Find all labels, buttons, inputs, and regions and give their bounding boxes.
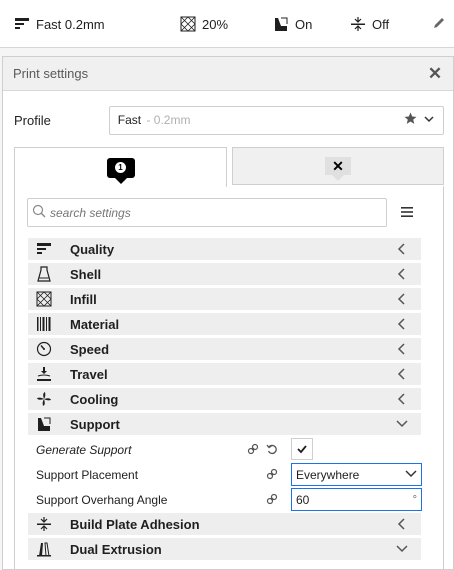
category-shell[interactable]: Shell <box>28 263 421 285</box>
adhesion-icon <box>350 16 366 32</box>
setting-support-overhang-angle: Support Overhang Angle 60 ° <box>28 487 422 512</box>
category-support[interactable]: Support <box>28 413 421 435</box>
chevron-left-icon <box>395 343 409 355</box>
cooling-icon <box>34 390 54 408</box>
speed-icon <box>34 340 54 358</box>
support-icon <box>273 16 289 32</box>
profile-name: Fast <box>117 113 142 127</box>
search-box[interactable] <box>27 198 387 227</box>
category-label: Material <box>70 316 120 332</box>
travel-icon <box>34 365 54 383</box>
panel-title: Print settings <box>13 66 89 81</box>
support-icon <box>34 415 54 433</box>
chevron-left-icon <box>395 318 409 330</box>
input-value: 60 <box>296 492 310 507</box>
search-icon <box>32 204 46 221</box>
link-icon[interactable] <box>247 443 259 455</box>
category-build-plate-adhesion[interactable]: Build Plate Adhesion <box>28 513 421 535</box>
material-icon <box>34 315 54 333</box>
profile-select[interactable]: Fast - 0.2mm <box>108 105 444 135</box>
link-icon[interactable] <box>266 493 278 505</box>
category-infill[interactable]: Infill <box>28 288 421 310</box>
adhesion-summary[interactable]: Off <box>350 14 389 34</box>
support-overhang-input[interactable]: 60 ° <box>291 488 422 511</box>
quality-icon <box>34 240 54 258</box>
shell-icon <box>34 265 54 283</box>
support-summary-label: On <box>295 16 313 32</box>
infill-icon <box>180 16 196 32</box>
category-label: Cooling <box>70 391 119 407</box>
quality-icon <box>14 16 30 32</box>
close-icon[interactable]: ✕ <box>427 65 443 82</box>
adhesion-summary-label: Off <box>372 16 390 32</box>
chevron-left-icon <box>395 368 409 380</box>
category-label: Speed <box>70 341 110 357</box>
category-dual-extrusion[interactable]: Dual Extrusion <box>28 538 421 560</box>
profile-summary-label: Fast 0.2mm <box>36 16 105 32</box>
chevron-down-icon <box>423 113 435 128</box>
category-label: Infill <box>70 291 97 307</box>
chevron-left-icon <box>395 293 409 305</box>
chevron-down-icon <box>395 544 409 554</box>
dropdown-value: Everywhere <box>296 467 360 482</box>
settings-menu-button[interactable] <box>399 204 415 220</box>
tab-badge-number: 1 <box>115 162 126 173</box>
infill-icon <box>34 290 54 308</box>
edit-settings-button[interactable] <box>432 14 448 34</box>
panel-header: Print settings ✕ <box>3 57 453 91</box>
print-settings-panel: Print settings ✕ Profile Fast - 0.2mm 1 … <box>2 56 454 570</box>
close-icon: ✕ <box>325 157 351 181</box>
infill-summary-label: 20% <box>202 16 229 32</box>
settings-content: Quality Shell Infill Material Speed Trav… <box>14 186 444 570</box>
chevron-down-icon <box>395 419 409 429</box>
category-label: Support <box>70 416 120 432</box>
profile-layer-height: - 0.2mm <box>143 113 191 127</box>
category-travel[interactable]: Travel <box>28 363 421 385</box>
checkmark-icon <box>297 445 307 454</box>
category-material[interactable]: Material <box>28 313 421 335</box>
tab-custom[interactable]: ✕ <box>232 147 444 185</box>
profile-label: Profile <box>14 112 51 128</box>
chevron-left-icon <box>395 268 409 280</box>
chevron-down-icon <box>405 468 417 482</box>
setting-generate-support: Generate Support <box>28 437 421 462</box>
print-setup-toolbar[interactable]: Fast 0.2mm 20% On Off <box>0 0 454 48</box>
profile-summary[interactable]: Fast 0.2mm <box>14 14 105 34</box>
support-placement-dropdown[interactable]: Everywhere <box>291 463 422 486</box>
category-cooling[interactable]: Cooling <box>28 388 421 410</box>
category-label: Shell <box>70 266 102 282</box>
degree-unit: ° <box>412 493 417 506</box>
support-summary[interactable]: On <box>273 14 312 34</box>
category-label: Travel <box>70 366 108 382</box>
category-label: Quality <box>70 241 115 257</box>
category-speed[interactable]: Speed <box>28 338 421 360</box>
tab-badge: 1 <box>106 157 135 184</box>
chevron-left-icon <box>395 243 409 255</box>
setting-support-placement: Support Placement Everywhere <box>28 462 422 487</box>
setting-label: Support Overhang Angle <box>36 492 168 507</box>
profile-row: Profile Fast - 0.2mm <box>14 105 444 135</box>
chevron-left-icon <box>395 393 409 405</box>
star-icon[interactable] <box>404 112 417 128</box>
pencil-icon <box>432 16 448 32</box>
category-label: Dual Extrusion <box>70 541 162 557</box>
dual-extrusion-icon <box>34 540 54 558</box>
category-label: Build Plate Adhesion <box>70 516 200 532</box>
chevron-left-icon <box>395 518 409 530</box>
infill-summary[interactable]: 20% <box>180 14 228 34</box>
search-input[interactable] <box>50 205 370 220</box>
setting-label: Generate Support <box>36 442 132 457</box>
setting-label: Support Placement <box>36 467 139 482</box>
hamburger-icon <box>401 207 413 217</box>
link-icon[interactable] <box>266 468 278 480</box>
reset-icon[interactable] <box>266 443 278 455</box>
generate-support-checkbox[interactable] <box>291 438 313 460</box>
adhesion-icon <box>34 515 54 533</box>
category-quality[interactable]: Quality <box>28 238 421 260</box>
tab-recommended[interactable]: 1 <box>14 147 227 187</box>
